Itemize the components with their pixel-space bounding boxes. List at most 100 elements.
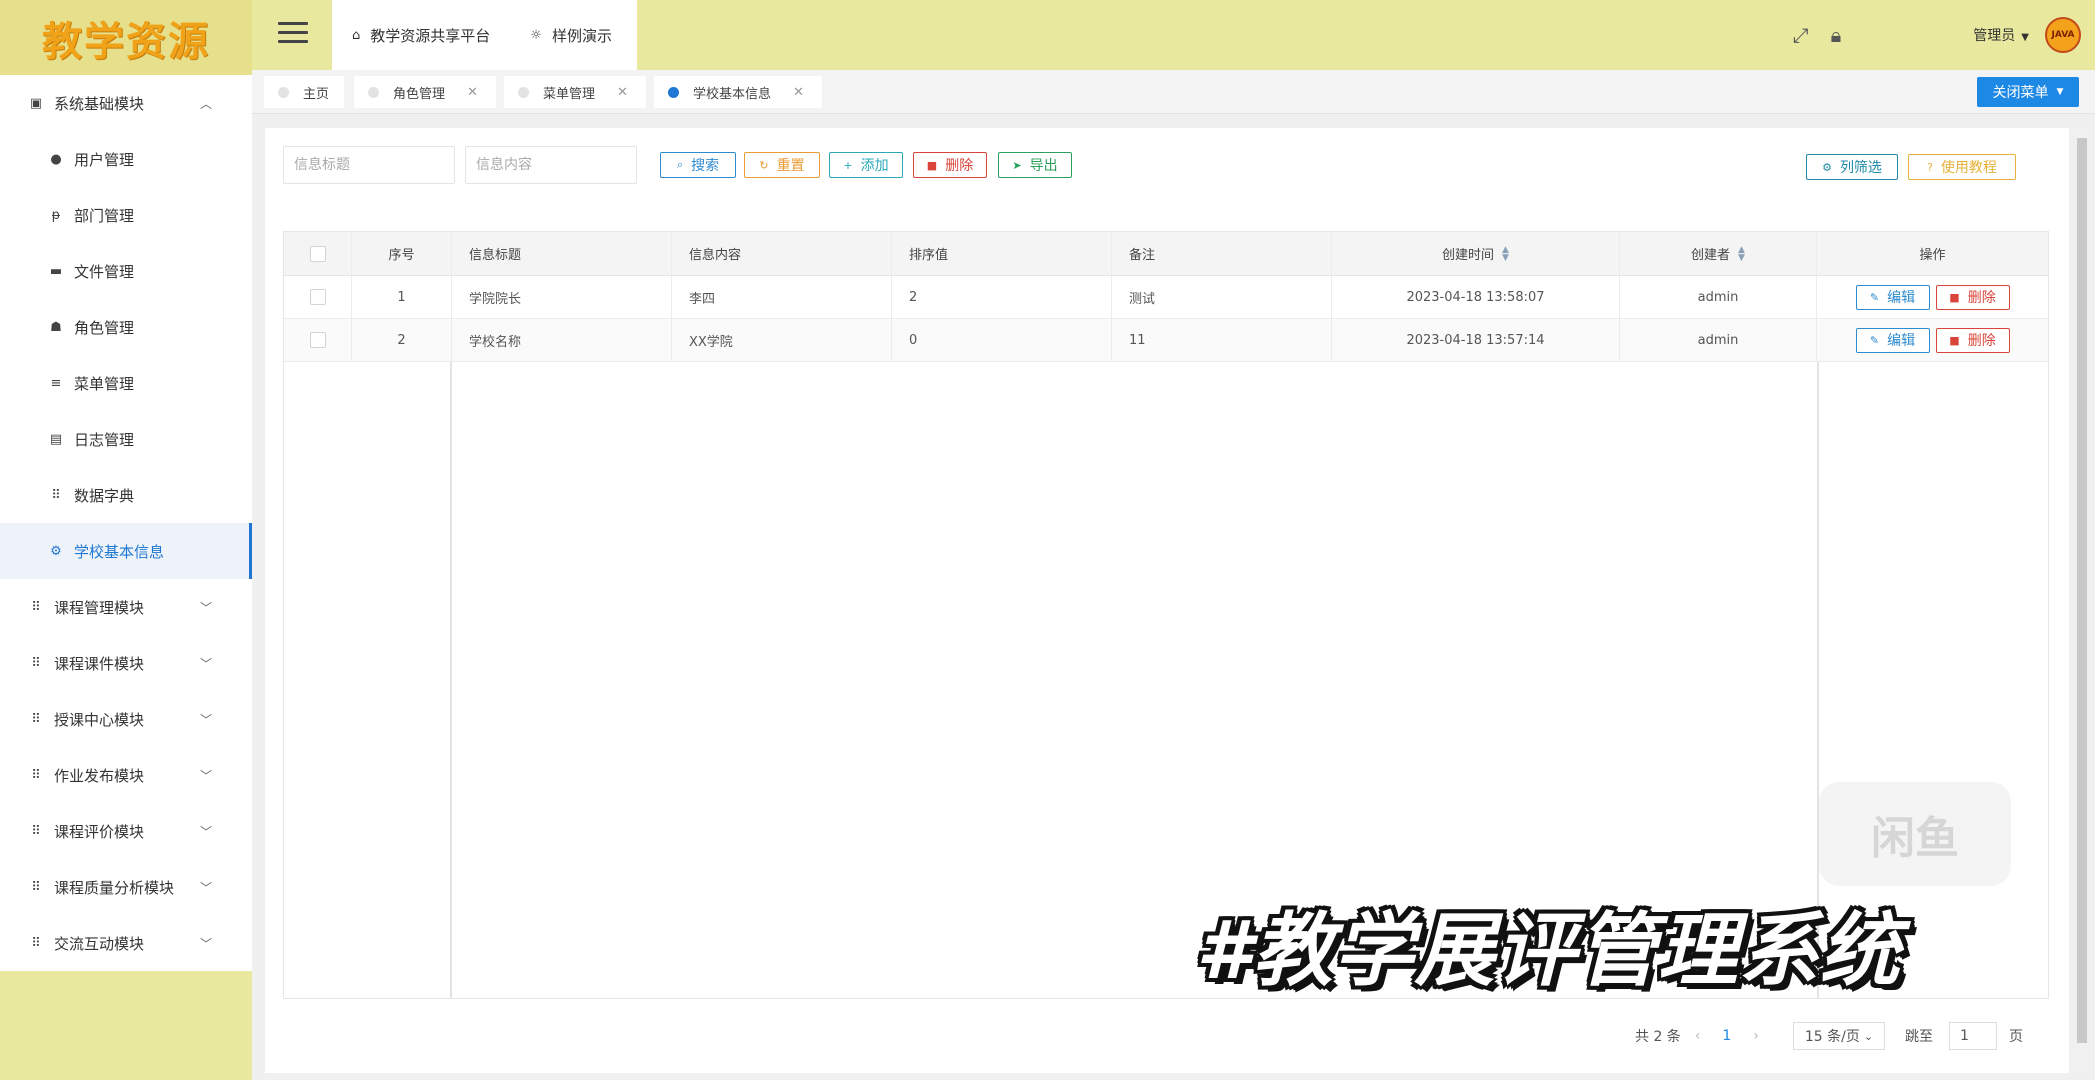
menu-toggle-icon[interactable] <box>278 22 308 44</box>
title-search-input[interactable] <box>283 146 455 184</box>
table-row: 2 学校名称 XX学院 0 11 2023-04-18 13:57:14 adm… <box>284 319 2048 362</box>
sidebar-item-quality-analysis[interactable]: ⠿ 课程质量分析模块 ﹀ <box>0 859 252 915</box>
export-button-label: 导出 <box>1029 158 1058 174</box>
sidebar-item-users[interactable]: ● 用户管理 <box>0 131 252 187</box>
header-creator[interactable]: 创建者 ▲ ▼ <box>1620 232 1817 275</box>
checkbox[interactable] <box>309 245 326 262</box>
tab-menus[interactable]: 菜单管理 ✕ <box>504 76 646 108</box>
close-icon[interactable]: ✕ <box>617 85 628 100</box>
top-nav-demo[interactable]: ☼ 样例演示 <box>530 25 612 46</box>
chevron-up-icon: ︿ <box>199 96 212 111</box>
next-page-icon[interactable]: › <box>1753 1028 1759 1044</box>
sidebar-item-courseware[interactable]: ⠿ 课程课件模块 ﹀ <box>0 635 252 691</box>
delete-button[interactable]: ■ 删除 <box>1935 327 2010 353</box>
header-created-at[interactable]: 创建时间 ▲ ▼ <box>1332 232 1620 275</box>
top-nav-platform[interactable]: ⌂ 教学资源共享平台 <box>352 25 490 46</box>
column-filter-button[interactable]: ⚙ 列筛选 <box>1806 154 1898 180</box>
header-label: 信息内容 <box>689 248 742 263</box>
top-right-tools: ⤢ 🔒︎ 管理员 ▼ JAVA <box>1793 0 2081 70</box>
sidebar-item-course-evaluation[interactable]: ⠿ 课程评价模块 ﹀ <box>0 803 252 859</box>
close-icon[interactable]: ✕ <box>793 85 804 100</box>
trash-icon: ■ <box>1949 333 1960 347</box>
header-label: 排序值 <box>909 248 949 263</box>
log-icon: ▤ <box>49 431 63 447</box>
tab-label: 菜单管理 <box>543 86 596 102</box>
add-button[interactable]: + 添加 <box>829 152 903 178</box>
close-menu-button[interactable]: 关闭菜单 ▼ <box>1977 77 2079 107</box>
reset-button[interactable]: ↻ 重置 <box>744 152 820 178</box>
export-button[interactable]: ➤ 导出 <box>998 152 1072 178</box>
chevron-down-icon: ﹀ <box>199 600 212 615</box>
admin-menu[interactable]: 管理员 ▼ <box>1973 25 2029 45</box>
sidebar-item-files[interactable]: ▬ 文件管理 <box>0 243 252 299</box>
gear-icon: ⚙ <box>50 543 62 559</box>
header-remark: 备注 <box>1112 232 1332 275</box>
row-select[interactable] <box>284 319 352 361</box>
sidebar-item-label: 文件管理 <box>74 262 135 281</box>
close-icon[interactable]: ✕ <box>467 85 478 100</box>
checkbox[interactable] <box>309 289 326 305</box>
batch-delete-button[interactable]: ■ 删除 <box>913 152 987 178</box>
edit-button[interactable]: ✎ 编辑 <box>1855 284 1930 310</box>
content-search-input[interactable] <box>465 146 637 184</box>
tab-roles[interactable]: 角色管理 ✕ <box>354 76 496 108</box>
close-menu-label: 关闭菜单 <box>1992 85 2049 101</box>
scrollbar-thumb[interactable] <box>2077 138 2087 1043</box>
prev-page-icon[interactable]: ‹ <box>1695 1028 1701 1044</box>
delete-button[interactable]: ■ 删除 <box>1935 284 2010 310</box>
sidebar-item-dictionary[interactable]: ⠿ 数据字典 <box>0 467 252 523</box>
sort-icon[interactable]: ▲ ▼ <box>1502 245 1509 262</box>
header-select-all[interactable] <box>284 232 352 275</box>
sidebar-item-logs[interactable]: ▤ 日志管理 <box>0 411 252 467</box>
department-icon: ᵽ <box>51 207 61 223</box>
tab-school-info[interactable]: 学校基本信息 ✕ <box>654 76 822 108</box>
row-select[interactable] <box>284 276 352 318</box>
lock-icon[interactable]: 🔒︎ <box>1831 23 1842 47</box>
sort-icon[interactable]: ▲ ▼ <box>1738 245 1745 262</box>
send-icon: ➤ <box>1012 158 1022 172</box>
chevron-down-icon: ﹀ <box>199 936 212 951</box>
page-size-select[interactable]: 15 条/页 ⌄ <box>1792 1022 1885 1050</box>
tutorial-button[interactable]: ? 使用教程 <box>1908 154 2016 180</box>
checkbox[interactable] <box>309 332 326 348</box>
sidebar-item-system-base[interactable]: ▣ 系统基础模块 ︿ <box>0 75 252 131</box>
sidebar-item-roles[interactable]: ☗ 角色管理 <box>0 299 252 355</box>
add-button-label: 添加 <box>860 158 889 174</box>
header-actions: 操作 <box>1817 232 2048 275</box>
sidebar-item-departments[interactable]: ᵽ 部门管理 <box>0 187 252 243</box>
sidebar-item-interaction[interactable]: ⠿ 交流互动模块 ﹀ <box>0 915 252 971</box>
pagination-current-page[interactable]: 1 <box>1722 1028 1731 1044</box>
tab-dot-icon <box>278 86 289 98</box>
edit-button[interactable]: ✎ 编辑 <box>1855 327 1930 353</box>
data-table: 序号 信息标题 信息内容 排序值 备注 创建时间 ▲ ▼ 创建者 ▲ ▼ 操作 1 学院… <box>283 231 2049 999</box>
sidebar-item-teaching-center[interactable]: ⠿ 授课中心模块 ﹀ <box>0 691 252 747</box>
sidebar-item-course-management[interactable]: ⠿ 课程管理模块 ﹀ <box>0 579 252 635</box>
header-label: 信息标题 <box>469 248 522 263</box>
edit-label: 编辑 <box>1887 290 1916 306</box>
page-tabs-bar: 主页 角色管理 ✕ 菜单管理 ✕ 学校基本信息 ✕ 关闭菜单 ▼ <box>252 70 2095 114</box>
search-button[interactable]: ⌕ 搜索 <box>660 152 736 178</box>
top-header: ⌂ 教学资源共享平台 ☼ 样例演示 ⤢ 🔒︎ 管理员 ▼ JAVA <box>252 0 2095 70</box>
tab-dot-icon <box>518 86 529 98</box>
sidebar-item-homework[interactable]: ⠿ 作业发布模块 ﹀ <box>0 747 252 803</box>
pagination-total: 共 2 条 <box>1635 1029 1681 1045</box>
table-row: 1 学院院长 李四 2 测试 2023-04-18 13:58:07 admin… <box>284 276 2048 319</box>
header-label: 创建者 <box>1691 248 1731 263</box>
fullscreen-icon[interactable]: ⤢ <box>1793 23 1809 47</box>
sidebar-item-menus[interactable]: ≡ 菜单管理 <box>0 355 252 411</box>
grid-icon: ⠿ <box>51 487 61 503</box>
edit-icon: ✎ <box>1869 290 1880 304</box>
cell-creator: admin <box>1620 319 1817 361</box>
sidebar-menu: ▣ 系统基础模块 ︿ ● 用户管理 ᵽ 部门管理 ▬ 文件管理 ☗ 角色管理 ≡… <box>0 75 252 971</box>
logo-text: 教学资源 <box>42 18 210 65</box>
column-filter-label: 列筛选 <box>1839 160 1882 176</box>
lightbulb-icon: ☼ <box>530 27 542 43</box>
grid-icon: ⠿ <box>31 599 41 615</box>
scrollbar[interactable] <box>2077 128 2087 1073</box>
goto-page-input[interactable]: 1 <box>1948 1022 1997 1050</box>
avatar[interactable]: JAVA <box>2045 17 2081 53</box>
sidebar-item-label: 系统基础模块 <box>54 94 145 113</box>
gear-icon: ⚙ <box>1822 160 1832 174</box>
sidebar-item-school-info[interactable]: ⚙ 学校基本信息 <box>0 523 252 579</box>
tab-home[interactable]: 主页 <box>264 76 344 108</box>
